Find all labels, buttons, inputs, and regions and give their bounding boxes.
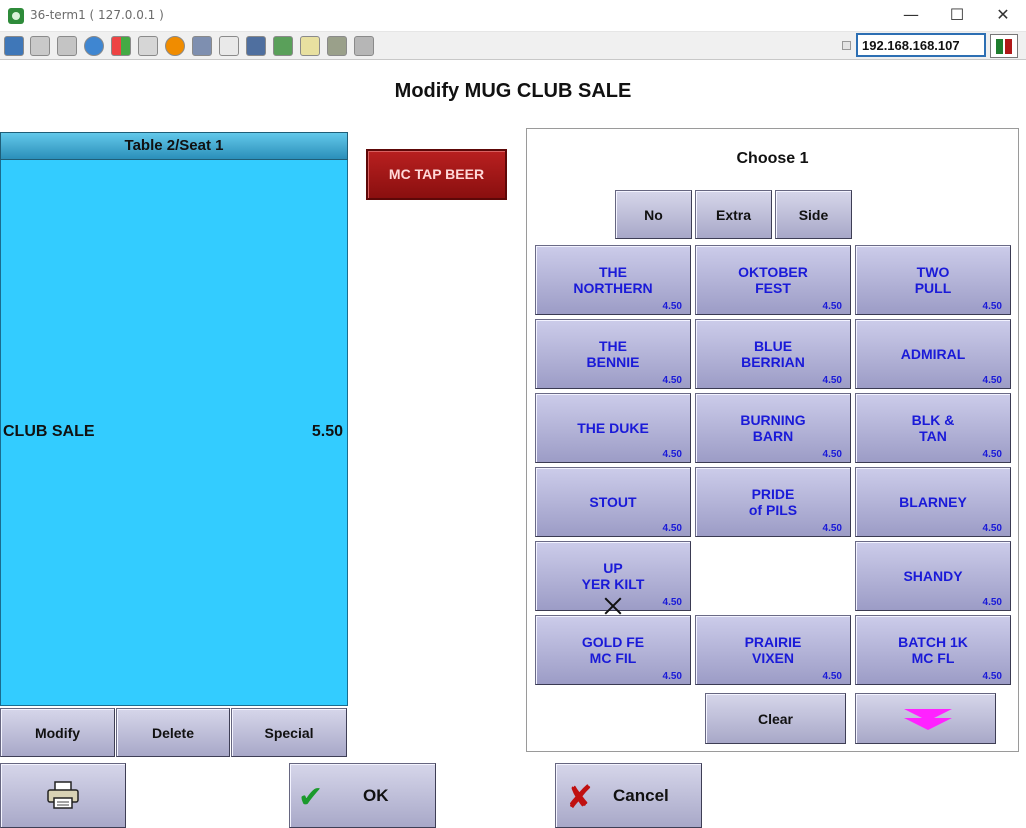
pos-window: 36-term1 ( 127.0.0.1 ) — ☐ ✕ 192.168.168… — [0, 0, 1026, 828]
item-button-blk-and-tan[interactable]: BLK & TAN 4.50 — [855, 393, 1011, 463]
item-price: 4.50 — [662, 449, 682, 460]
item-price: 4.50 — [822, 449, 842, 460]
item-button-the-bennie[interactable]: THE BENNIE 4.50 — [535, 319, 691, 389]
item-price: 4.50 — [982, 449, 1002, 460]
item-button-prairie-vixen[interactable]: PRAIRIE VIXEN 4.50 — [695, 615, 851, 685]
refresh-icon[interactable] — [84, 36, 104, 56]
item-price: 4.50 — [822, 375, 842, 386]
alert-icon[interactable] — [165, 36, 185, 56]
print-button[interactable] — [0, 763, 126, 828]
status-icon[interactable] — [990, 34, 1018, 58]
item-button-the-duke[interactable]: THE DUKE 4.50 — [535, 393, 691, 463]
printer-icon — [47, 781, 79, 809]
item-button-burning-barn[interactable]: BURNING BARN 4.50 — [695, 393, 851, 463]
category-button-mc-tap-beer[interactable]: MC TAP BEER — [366, 149, 507, 200]
item-button-blarney[interactable]: BLARNEY 4.50 — [855, 467, 1011, 537]
ok-button[interactable]: ✔ OK — [289, 763, 436, 828]
chat-icon[interactable] — [354, 36, 374, 56]
page-title: Modify MUG CLUB SALE — [394, 80, 632, 102]
check-header: Table 2/Seat 1 — [0, 132, 348, 160]
mouse-cursor-icon — [604, 597, 622, 615]
special-button[interactable]: Special — [231, 708, 347, 757]
x-icon: ✘ — [566, 778, 593, 816]
connection-indicator-icon — [842, 41, 851, 50]
cancel-label: Cancel — [613, 786, 669, 805]
qualifier-extra-button[interactable]: Extra — [695, 190, 772, 239]
windows-icon[interactable] — [30, 36, 50, 56]
fullscreen-icon[interactable] — [219, 36, 239, 56]
item-price: 4.50 — [662, 671, 682, 682]
clear-button[interactable]: Clear — [705, 693, 846, 744]
item-price: 4.50 — [982, 375, 1002, 386]
item-button-batch-1k-mc-fl[interactable]: BATCH 1K MC FL 4.50 — [855, 615, 1011, 685]
ok-label: OK — [363, 786, 389, 805]
item-button-two-pull[interactable]: TWO PULL 4.50 — [855, 245, 1011, 315]
app-icon — [8, 8, 24, 24]
monitor-icon[interactable] — [4, 36, 24, 56]
item-price: 4.50 — [982, 301, 1002, 312]
item-price: 4.50 — [982, 597, 1002, 608]
item-price: 4.50 — [982, 523, 1002, 534]
checkmark-icon: ✔ — [298, 780, 324, 815]
notes-icon[interactable] — [300, 36, 320, 56]
item-button-blue-berrian[interactable]: BLUE BERRIAN 4.50 — [695, 319, 851, 389]
item-price: 4.50 — [662, 597, 682, 608]
windows-logo-icon[interactable] — [111, 36, 131, 56]
delete-button[interactable]: Delete — [116, 708, 230, 757]
qualifier-no-button[interactable]: No — [615, 190, 692, 239]
item-price: 4.50 — [822, 301, 842, 312]
close-button[interactable]: ✕ — [980, 0, 1026, 32]
item-button-pride-of-pils[interactable]: PRIDE of PILS 4.50 — [695, 467, 851, 537]
choose-title: Choose 1 — [736, 150, 809, 167]
line-item-name: CLUB SALE — [3, 423, 95, 440]
item-price: 4.50 — [822, 523, 842, 534]
window-title: 36-term1 ( 127.0.0.1 ) — [30, 8, 164, 22]
item-button-shandy[interactable]: SHANDY 4.50 — [855, 541, 1011, 611]
item-button-stout[interactable]: STOUT 4.50 — [535, 467, 691, 537]
item-price: 4.50 — [662, 301, 682, 312]
tools-icon[interactable] — [57, 36, 77, 56]
screen-icon[interactable] — [246, 36, 266, 56]
item-button-the-northern[interactable]: THE NORTHERN 4.50 — [535, 245, 691, 315]
item-button-admiral[interactable]: ADMIRAL 4.50 — [855, 319, 1011, 389]
ip-address-field[interactable]: 192.168.168.107 — [856, 33, 986, 57]
item-price: 4.50 — [982, 671, 1002, 682]
cancel-button[interactable]: ✘ Cancel — [555, 763, 702, 828]
modify-button[interactable]: Modify — [0, 708, 115, 757]
qualifier-side-button[interactable]: Side — [775, 190, 852, 239]
network-icon[interactable] — [192, 36, 212, 56]
item-button-gold-fe-mc-fil[interactable]: GOLD FE MC FIL 4.50 — [535, 615, 691, 685]
item-price: 4.50 — [662, 523, 682, 534]
page-down-button[interactable] — [855, 693, 996, 744]
maximize-button[interactable]: ☐ — [934, 0, 980, 32]
download-icon[interactable] — [273, 36, 293, 56]
minimize-button[interactable]: — — [888, 0, 934, 32]
check-list[interactable]: CLUB SALE 5.50 — [0, 160, 348, 706]
item-price: 4.50 — [662, 375, 682, 386]
item-button-oktober-fest[interactable]: OKTOBER FEST 4.50 — [695, 245, 851, 315]
title-bar: 36-term1 ( 127.0.0.1 ) — ☐ ✕ — [0, 0, 1026, 32]
map-icon[interactable] — [327, 36, 347, 56]
keyboard-icon[interactable] — [138, 36, 158, 56]
double-chevron-down-icon — [856, 694, 995, 743]
item-price: 4.50 — [822, 671, 842, 682]
line-item-price: 5.50 — [311, 423, 343, 440]
